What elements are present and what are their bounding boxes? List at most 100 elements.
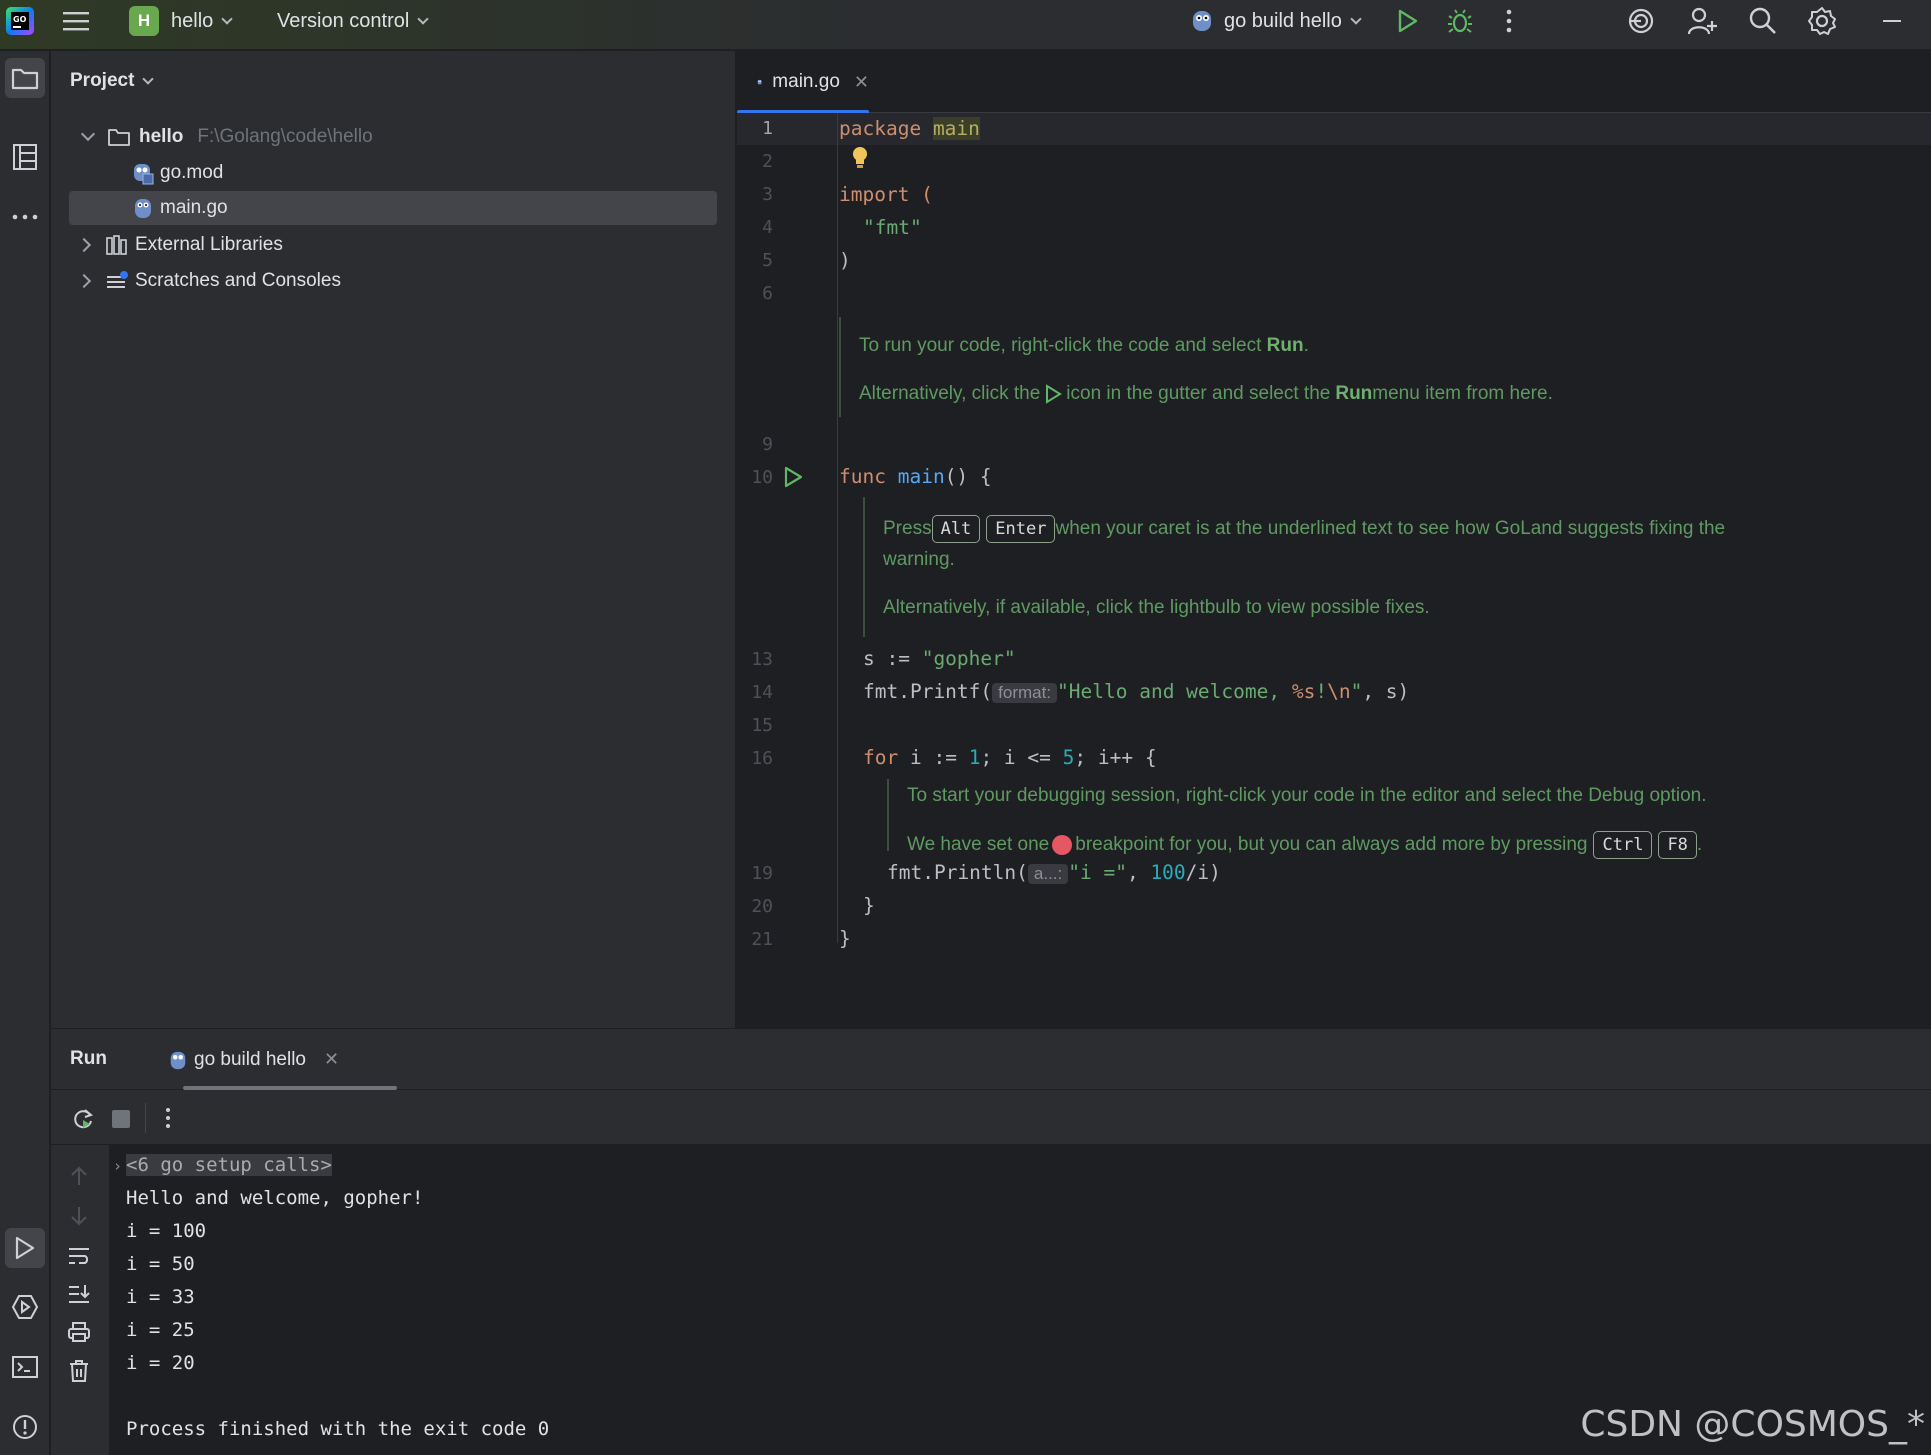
project-name: hello bbox=[171, 9, 214, 32]
doc-comment-run: To run your code, right-click the code a… bbox=[839, 317, 1553, 417]
lightbulb-icon[interactable] bbox=[850, 145, 870, 171]
run-tab-bar: Run go build hello ✕ bbox=[51, 1029, 1931, 1090]
arrow-up-icon[interactable] bbox=[69, 1165, 89, 1187]
console-line: i = 33 bbox=[126, 1286, 195, 1308]
watermark: CSDN @COSMOS_* bbox=[1580, 1404, 1925, 1445]
gear-icon[interactable] bbox=[1807, 0, 1837, 42]
doc-paragraph: We have set one breakpoint for you, but … bbox=[907, 831, 1702, 859]
project-panel-header[interactable]: Project bbox=[51, 51, 735, 111]
goland-logo-icon[interactable]: GO bbox=[6, 0, 34, 42]
trash-icon[interactable] bbox=[68, 1359, 90, 1383]
chevron-right-icon bbox=[76, 237, 92, 253]
doc-paragraph: Alternatively, click the icon in the gut… bbox=[859, 383, 1553, 404]
code-area[interactable]: 1 2 3 4 5 6 9 10 13 14 15 16 19 20 21 pa… bbox=[737, 113, 1931, 993]
gutter-separator bbox=[837, 113, 838, 943]
code-line-20: } bbox=[863, 894, 875, 917]
code-line-5: ) bbox=[839, 249, 851, 272]
code-line-21: } bbox=[839, 927, 851, 950]
more-vertical-icon[interactable] bbox=[165, 1107, 171, 1129]
terminal-tool-button[interactable] bbox=[5, 1347, 45, 1387]
tree-item-label: Scratches and Consoles bbox=[135, 270, 341, 291]
tree-item-external-libraries[interactable]: External Libraries bbox=[69, 228, 717, 262]
rerun-icon[interactable] bbox=[71, 1107, 95, 1131]
tree-item-hello[interactable]: hello F:\Golang\code\hello bbox=[69, 120, 717, 154]
structure-icon bbox=[13, 144, 37, 170]
code-line-4: "fmt" bbox=[863, 216, 922, 239]
run-panel: Run go build hello ✕ › <6 go setup calls… bbox=[51, 1028, 1931, 1455]
tree-item-main-go[interactable]: main.go bbox=[69, 191, 717, 225]
hamburger-menu-icon[interactable] bbox=[63, 0, 89, 42]
console-line: i = 50 bbox=[126, 1253, 195, 1275]
code-line-10: func main() { bbox=[839, 465, 992, 488]
chevron-right-icon[interactable]: › bbox=[113, 1157, 122, 1175]
project-tool-button[interactable] bbox=[5, 58, 45, 98]
folder-icon bbox=[108, 129, 130, 146]
project-panel: Project hello F:\Golang\code\hello go.mo… bbox=[51, 51, 736, 1028]
line-number: 14 bbox=[751, 682, 773, 703]
print-icon[interactable] bbox=[67, 1321, 91, 1343]
services-tool-button[interactable] bbox=[5, 1287, 45, 1327]
tab-go-build-hello[interactable]: go build hello ✕ bbox=[151, 1029, 397, 1090]
services-icon bbox=[11, 1295, 39, 1319]
active-tab-indicator bbox=[183, 1086, 397, 1090]
editor-tab-bar: main.go ✕ bbox=[737, 51, 1931, 114]
close-icon[interactable]: ✕ bbox=[324, 1049, 339, 1070]
soft-wrap-icon[interactable] bbox=[67, 1245, 91, 1267]
line-number: 1 bbox=[762, 118, 773, 139]
tree-item-go-mod[interactable]: go.mod bbox=[69, 156, 717, 190]
line-number: 2 bbox=[762, 151, 773, 172]
keycap: Ctrl bbox=[1593, 831, 1653, 859]
search-icon[interactable] bbox=[1749, 0, 1777, 42]
project-badge: H bbox=[129, 6, 159, 36]
tree-item-scratches[interactable]: Scratches and Consoles bbox=[69, 264, 717, 298]
editor-panel: main.go ✕ 1 2 3 4 5 6 9 10 13 14 15 16 1… bbox=[737, 51, 1931, 1028]
line-number: 6 bbox=[762, 283, 773, 304]
title-bar: GO H hello Version control go build hell… bbox=[0, 0, 1931, 50]
close-icon[interactable]: ✕ bbox=[854, 72, 869, 93]
chevron-down-icon bbox=[221, 12, 233, 25]
add-user-icon[interactable] bbox=[1688, 0, 1718, 42]
keycap: Enter bbox=[986, 515, 1056, 543]
line-number: 19 bbox=[751, 863, 773, 884]
structure-tool-button[interactable] bbox=[5, 137, 45, 177]
tree-item-label: main.go bbox=[160, 197, 228, 218]
chevron-down-icon bbox=[1350, 12, 1362, 25]
console-line: Hello and welcome, gopher! bbox=[126, 1187, 424, 1209]
run-panel-title: Run bbox=[70, 1048, 107, 1069]
minimize-icon[interactable] bbox=[1883, 0, 1901, 42]
tab-label: go build hello bbox=[194, 1048, 306, 1070]
tab-label: main.go bbox=[772, 71, 840, 92]
version-control-menu[interactable]: Version control bbox=[277, 0, 429, 42]
line-number: 15 bbox=[751, 715, 773, 736]
run-icon[interactable] bbox=[1397, 0, 1419, 42]
code-line-16: for i := 1; i <= 5; i++ { bbox=[863, 746, 1157, 769]
tab-main-go[interactable]: main.go ✕ bbox=[737, 51, 869, 114]
scroll-to-end-icon[interactable] bbox=[67, 1283, 91, 1305]
ai-assistant-icon[interactable] bbox=[1627, 0, 1655, 42]
doc-paragraph: Press Alt Enter when your caret is at the… bbox=[883, 515, 1725, 543]
tree-item-label: go.mod bbox=[160, 162, 224, 183]
code-line-1: package main bbox=[839, 117, 980, 140]
arrow-down-icon[interactable] bbox=[69, 1205, 89, 1227]
breakpoint-icon bbox=[1052, 835, 1073, 855]
gopher-icon bbox=[1193, 11, 1211, 31]
debug-icon[interactable] bbox=[1447, 0, 1473, 42]
run-icon bbox=[1046, 384, 1063, 404]
run-config-selector[interactable]: go build hello bbox=[1190, 0, 1362, 42]
console-folded-line[interactable]: <6 go setup calls> bbox=[126, 1154, 332, 1176]
project-switcher[interactable]: H hello bbox=[129, 0, 233, 42]
stop-icon[interactable] bbox=[111, 1109, 131, 1129]
code-line-13: s := "gopher" bbox=[863, 647, 1016, 670]
line-number: 10 bbox=[751, 467, 773, 488]
console-line: i = 20 bbox=[126, 1352, 195, 1374]
more-vertical-icon[interactable] bbox=[1506, 0, 1512, 42]
go-file-icon bbox=[135, 199, 151, 218]
gutter-run-icon[interactable] bbox=[783, 465, 805, 489]
problems-tool-button[interactable] bbox=[5, 1407, 45, 1447]
console-line: Process finished with the exit code 0 bbox=[126, 1418, 550, 1440]
doc-paragraph: To run your code, right-click the code a… bbox=[859, 335, 1309, 356]
run-toolbar bbox=[51, 1091, 1931, 1145]
run-tool-button[interactable] bbox=[5, 1228, 45, 1268]
go-file-icon bbox=[757, 79, 762, 85]
more-tools-button[interactable] bbox=[5, 197, 45, 237]
